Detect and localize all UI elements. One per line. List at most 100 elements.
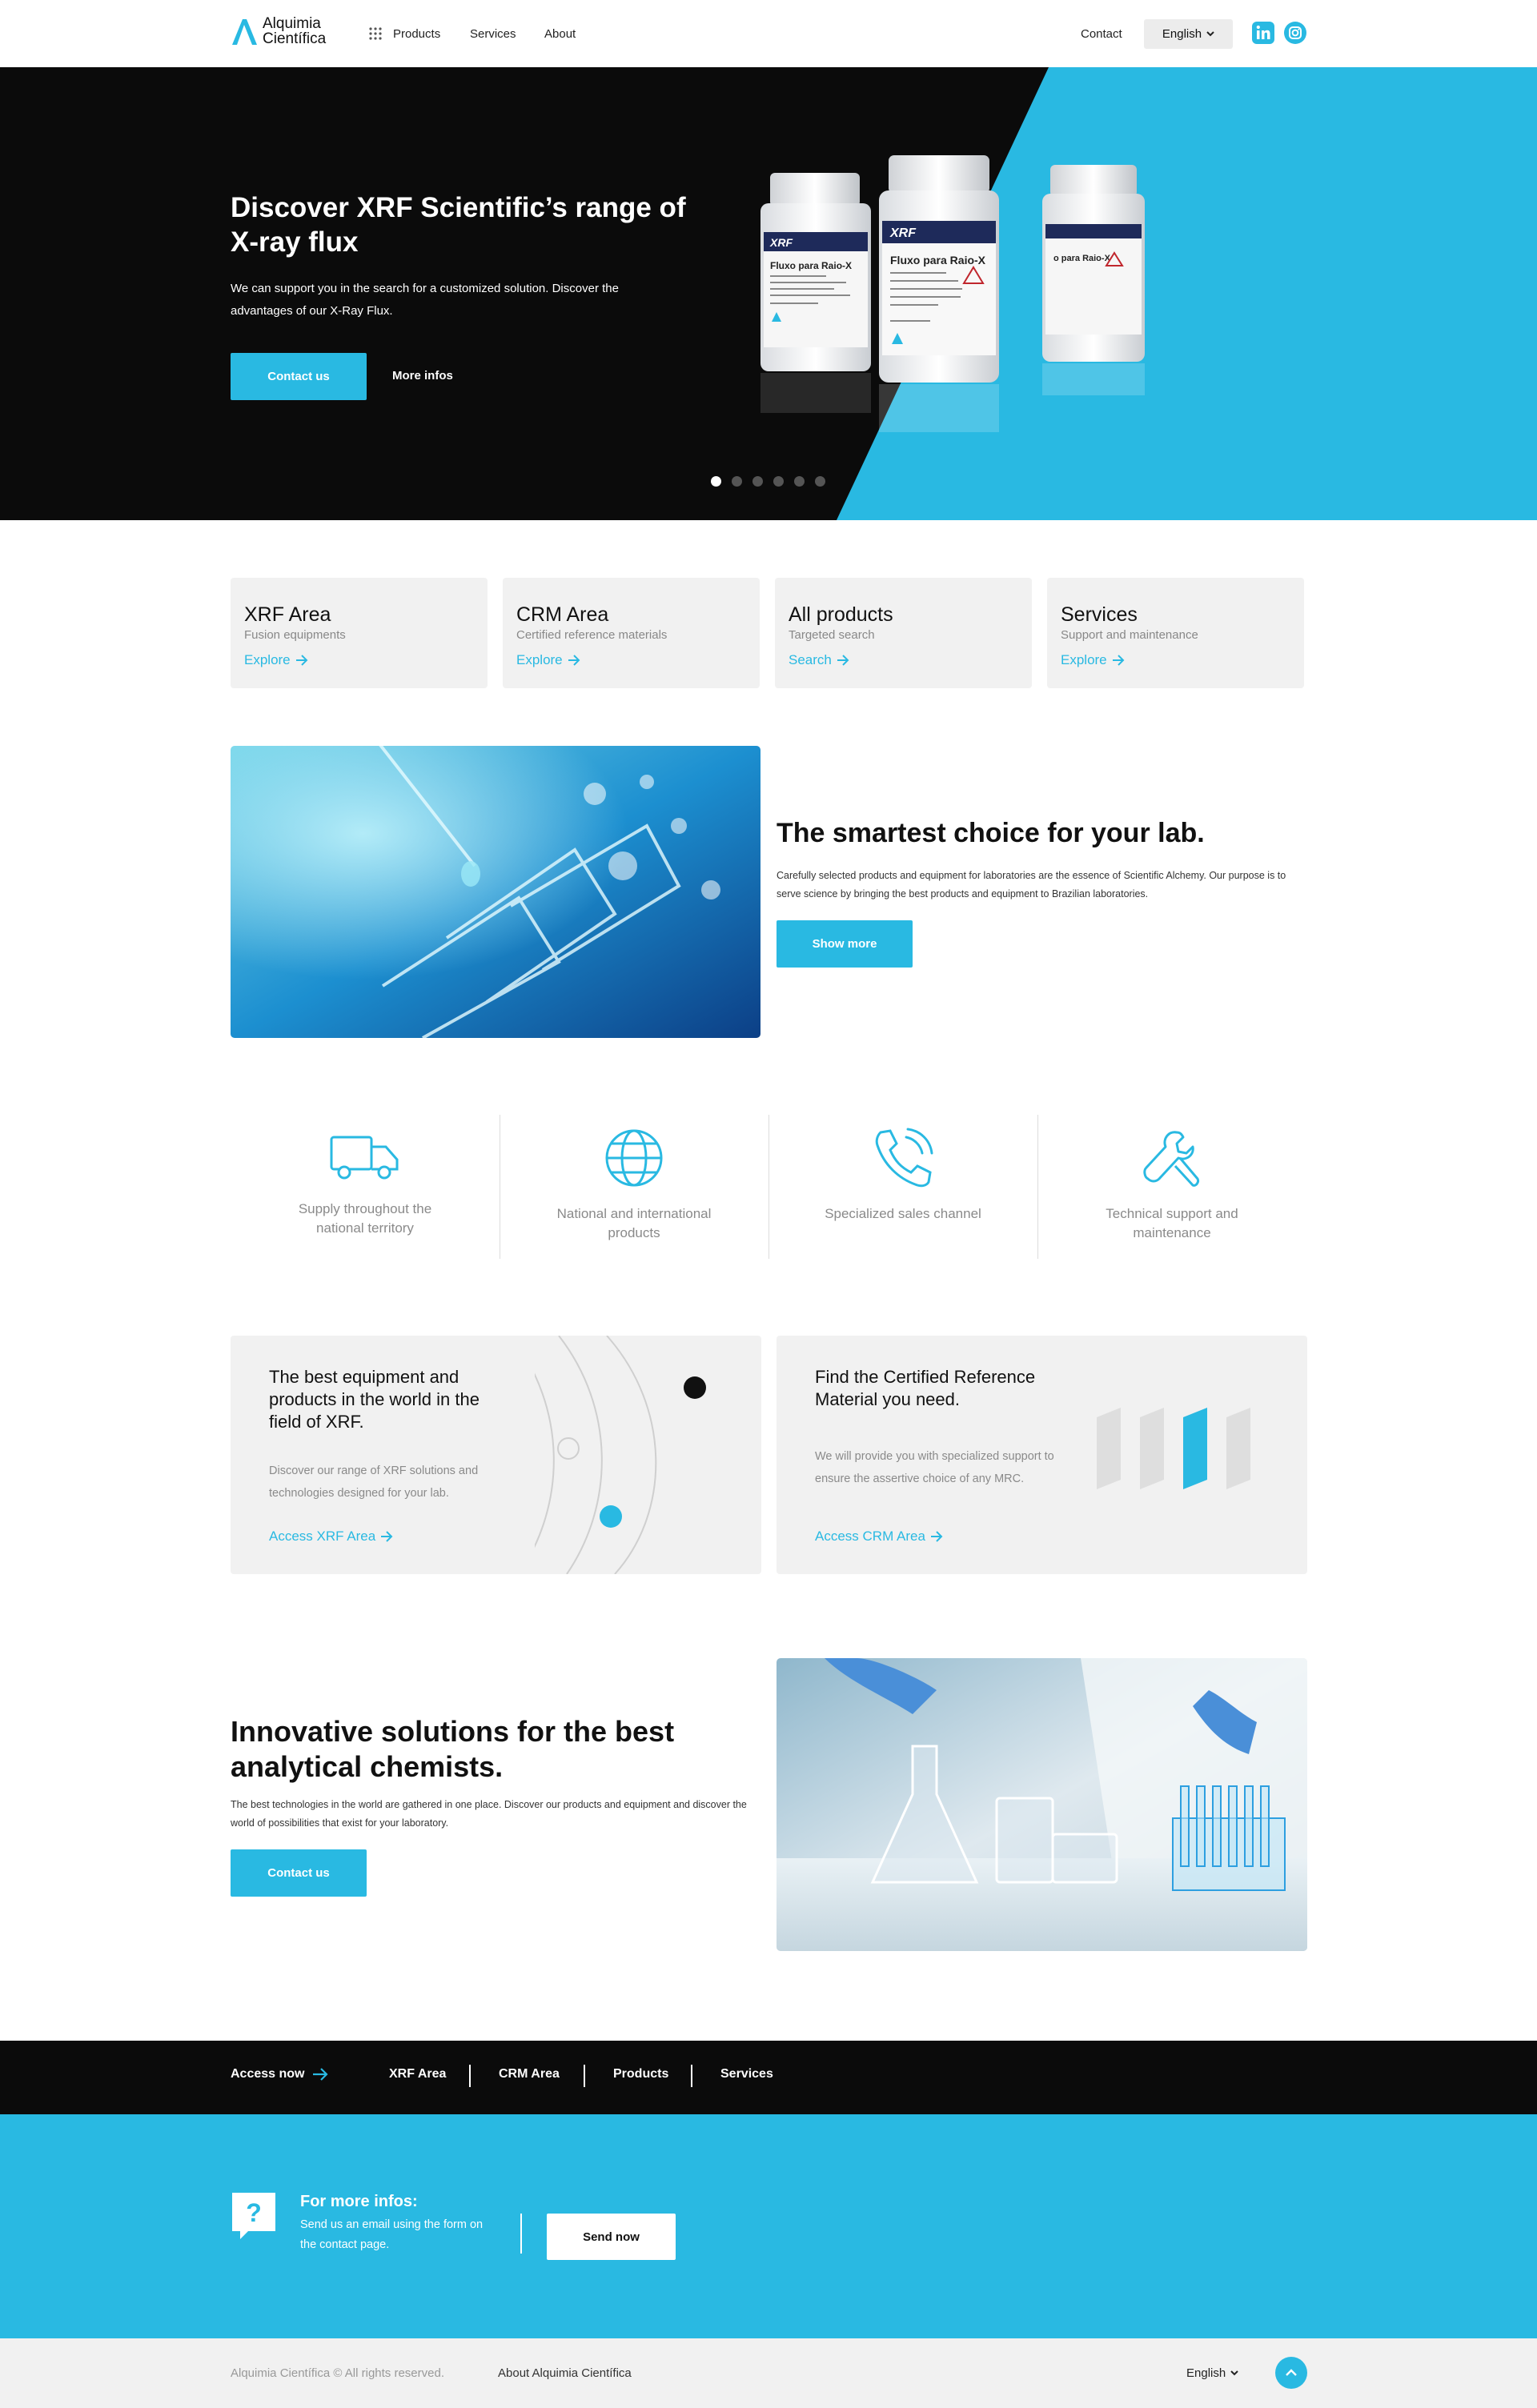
card-crm-area[interactable]: CRM Area Certified reference materials E…: [503, 578, 760, 688]
globe-icon: [605, 1129, 663, 1187]
show-more-button[interactable]: Show more: [777, 920, 913, 968]
divider: [584, 2065, 585, 2087]
grid-menu-icon[interactable]: [368, 26, 383, 41]
card-link-label: Explore: [1061, 652, 1107, 667]
truck-icon: [330, 1136, 399, 1180]
card-link-label: Explore: [244, 652, 291, 667]
arrow-right-icon: [837, 655, 849, 666]
info-title: For more infos:: [300, 2193, 418, 2210]
card-link-label: Search: [789, 652, 832, 667]
lab-title: The smartest choice for your lab.: [777, 818, 1205, 848]
instagram-icon[interactable]: [1283, 21, 1307, 45]
orbit-graphic: [535, 1336, 706, 1574]
card-title: XRF Area: [244, 603, 331, 626]
access-xrf-area[interactable]: XRF Area: [389, 2067, 446, 2081]
back-to-top-button[interactable]: [1275, 2357, 1307, 2389]
card-subtitle: Certified reference materials: [516, 628, 668, 642]
access-now-label: Access now: [231, 2067, 305, 2081]
card-link[interactable]: Explore: [244, 652, 308, 668]
access-xrf-link[interactable]: Access XRF Area: [269, 1529, 393, 1545]
svg-text:XRF: XRF: [889, 226, 917, 240]
wrench-icon: [1143, 1131, 1199, 1187]
logo[interactable]: Alquimia Científica: [231, 16, 343, 46]
innovative-title: Innovative solutions for the best analyt…: [231, 1715, 675, 1783]
slide-dot-5[interactable]: [794, 476, 805, 487]
card-title: All products: [789, 603, 893, 626]
copyright: Alquimia Científica © All rights reserve…: [231, 2366, 444, 2380]
arrow-right-icon: [1112, 655, 1125, 666]
footer-language-select[interactable]: English: [1186, 2366, 1238, 2380]
feature-text: Technical support and maintenance: [1106, 1206, 1238, 1240]
chevron-up-icon: [1286, 2368, 1297, 2376]
lab-glassware-image: [777, 1658, 1307, 1951]
svg-text:Fluxo para Raio-X: Fluxo para Raio-X: [890, 254, 986, 266]
info-description: Send us an email using the form on the c…: [300, 2218, 484, 2251]
hero-description: We can support you in the search for a c…: [231, 282, 619, 318]
divider: [691, 2065, 692, 2087]
chevron-down-icon: [1206, 31, 1214, 37]
test-tubes-image: [231, 746, 760, 1038]
site-header: Alquimia Científica Products Services Ab…: [0, 0, 1537, 67]
language-select[interactable]: English: [1144, 19, 1233, 49]
feature-products: National and international products: [500, 1116, 768, 1259]
more-infos-link[interactable]: More infos: [392, 369, 453, 383]
contact-us-button-2[interactable]: Contact us: [231, 1849, 367, 1897]
promo-description: We will provide you with specialized sup…: [815, 1450, 1054, 1485]
card-all-products[interactable]: All products Targeted search Search: [775, 578, 1032, 688]
card-link-label: Explore: [516, 652, 563, 667]
slide-dot-6[interactable]: [815, 476, 825, 487]
nav-products[interactable]: Products: [393, 27, 440, 41]
access-services[interactable]: Services: [720, 2067, 773, 2081]
promo-crm: Find the Certified Reference Material yo…: [777, 1336, 1307, 1574]
promo-title: Find the Certified Reference Material yo…: [815, 1367, 1036, 1409]
hero-banner: o para Raio-X XRF Fluxo para Raio-X XRF …: [0, 67, 1537, 520]
access-crm-link[interactable]: Access CRM Area: [815, 1529, 943, 1545]
slide-dot-2[interactable]: [732, 476, 742, 487]
question-bubble-icon: ?: [232, 2193, 275, 2239]
bottle-brand: XRF: [769, 236, 793, 249]
slide-dot-3[interactable]: [752, 476, 763, 487]
slide-dot-4[interactable]: [773, 476, 784, 487]
about-link[interactable]: About Alquimia Científica: [498, 2366, 632, 2380]
contact-us-button[interactable]: Contact us: [231, 353, 367, 400]
promo-title: The best equipment and products in the w…: [269, 1367, 480, 1432]
innovative-description: The best technologies in the world are g…: [231, 1799, 747, 1829]
feature-text: National and international products: [556, 1206, 712, 1240]
access-products[interactable]: Products: [613, 2067, 668, 2081]
card-xrf-area[interactable]: XRF Area Fusion equipments Explore: [231, 578, 488, 688]
card-subtitle: Fusion equipments: [244, 628, 346, 642]
logo-line1: Alquimia: [263, 15, 321, 32]
linkedin-icon[interactable]: [1251, 21, 1275, 45]
access-now-link[interactable]: Access now: [231, 2067, 329, 2081]
nav-about[interactable]: About: [544, 27, 576, 41]
access-crm-area[interactable]: CRM Area: [499, 2067, 560, 2081]
card-link[interactable]: Explore: [1061, 652, 1125, 668]
feature-support: Technical support and maintenance: [1037, 1116, 1306, 1259]
hero-title: Discover XRF Scientific’s range of X-ray…: [231, 192, 686, 258]
card-link[interactable]: Explore: [516, 652, 580, 668]
card-subtitle: Targeted search: [789, 628, 875, 642]
feature-sales: Specialized sales channel: [768, 1116, 1037, 1259]
nav-services[interactable]: Services: [470, 27, 516, 41]
arrow-right-icon: [381, 1531, 393, 1542]
nav-contact[interactable]: Contact: [1081, 27, 1122, 41]
promo-link-label: Access XRF Area: [269, 1529, 376, 1544]
promo-description: Discover our range of XRF solutions and …: [269, 1464, 479, 1500]
lab-description: Carefully selected products and equipmen…: [777, 870, 1286, 899]
arrow-right-icon: [313, 2068, 329, 2081]
promo-xrf: The best equipment and products in the w…: [231, 1336, 761, 1574]
promo-link-label: Access CRM Area: [815, 1529, 925, 1544]
logo-text: Alquimia Científica: [263, 16, 343, 46]
card-link[interactable]: Search: [789, 652, 849, 668]
feature-supply: Supply throughout the national territory: [231, 1116, 500, 1259]
slide-dot-1[interactable]: [711, 476, 721, 487]
send-now-button[interactable]: Send now: [547, 2214, 676, 2260]
bottle-label: Fluxo para Raio-X: [770, 260, 852, 271]
svg-text:o para Raio-X: o para Raio-X: [1053, 254, 1111, 263]
arrow-right-icon: [295, 655, 308, 666]
arrow-right-icon: [930, 1531, 943, 1542]
product-bottles-image: o para Raio-X XRF Fluxo para Raio-X XRF …: [760, 155, 1145, 432]
divider: [469, 2065, 471, 2087]
phone-icon: [875, 1128, 933, 1188]
card-services[interactable]: Services Support and maintenance Explore: [1047, 578, 1304, 688]
